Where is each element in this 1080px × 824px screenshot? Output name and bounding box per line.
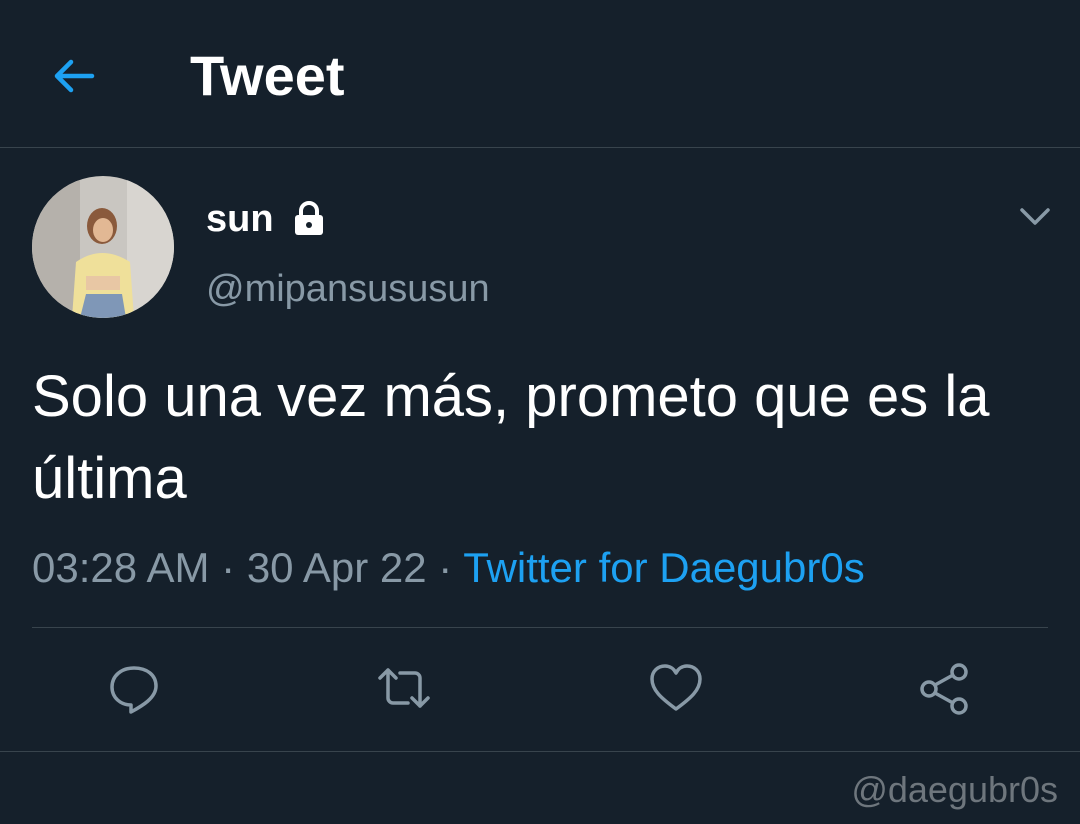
back-button[interactable] <box>50 52 98 100</box>
arrow-left-icon <box>54 59 95 93</box>
lock-icon <box>295 201 323 235</box>
like-button[interactable] <box>648 660 704 716</box>
tweet-source-link[interactable]: Twitter for Daegubr0s <box>463 544 865 591</box>
meta-separator: · <box>438 544 453 591</box>
heart-icon <box>650 664 702 711</box>
share-button[interactable] <box>916 660 972 716</box>
speech-bubble-icon <box>110 666 158 714</box>
divider <box>32 627 1048 628</box>
avatar[interactable] <box>32 176 174 318</box>
reply-button[interactable] <box>106 660 162 716</box>
chevron-down-icon[interactable] <box>1014 196 1056 238</box>
divider <box>0 751 1080 752</box>
share-icon <box>920 663 968 715</box>
tweet-text: Solo una vez más, prometo que es la últi… <box>32 364 990 511</box>
retweet-button[interactable] <box>376 660 432 716</box>
watermark: @daegubr0s <box>851 769 1058 810</box>
avatar-photo <box>32 176 174 318</box>
user-handle[interactable]: @mipansususun <box>206 266 490 312</box>
top-app-bar: Tweet <box>0 0 1080 148</box>
tweet-metadata: 03:28 AM · 30 Apr 22 · Twitter for Daegu… <box>32 543 865 593</box>
page-title: Tweet <box>190 44 345 107</box>
display-name[interactable]: sun <box>206 196 274 242</box>
meta-separator: · <box>221 544 236 591</box>
retweet-icon <box>378 668 430 708</box>
tweet-date: 30 Apr 22 <box>246 544 427 591</box>
tweet-time: 03:28 AM <box>32 544 210 591</box>
